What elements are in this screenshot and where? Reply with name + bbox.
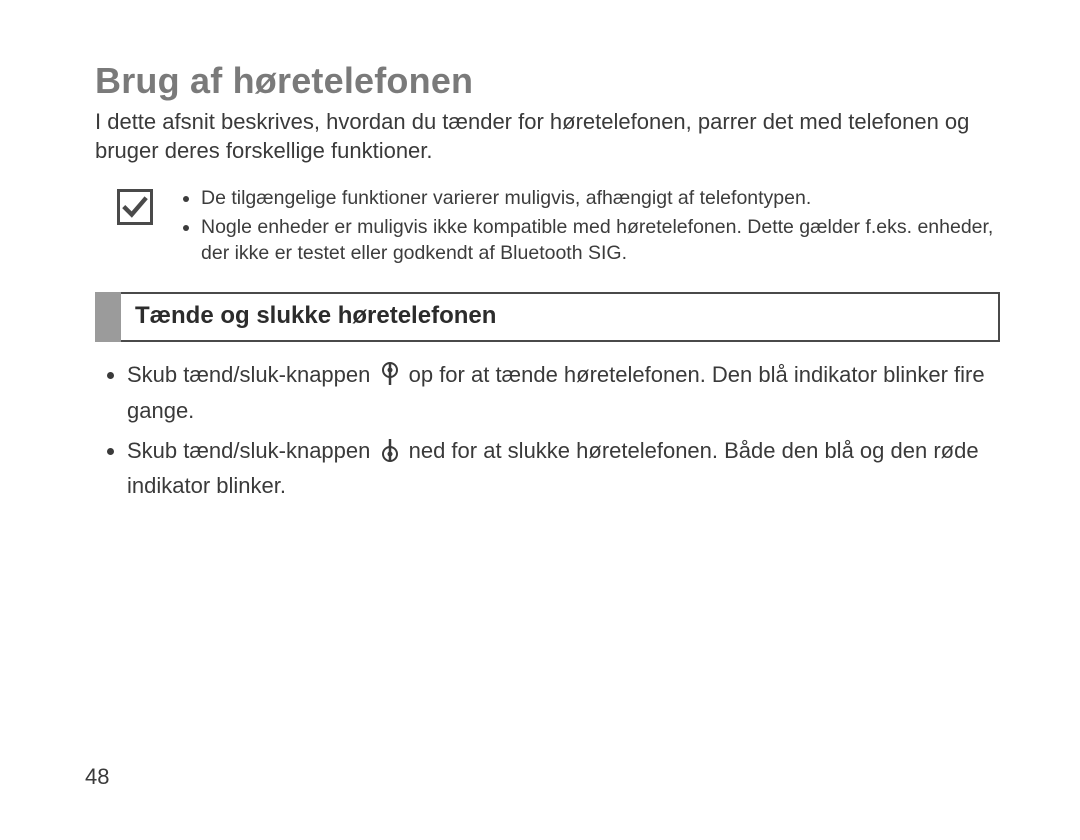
intro-paragraph: I dette afsnit beskrives, hvordan du tæn… — [95, 108, 1000, 165]
subheading: Tænde og slukke høretelefonen — [121, 292, 1000, 342]
list-item: Skub tænd/sluk-knappen ned for at slukke… — [127, 436, 1000, 501]
note-item: Nogle enheder er muligvis ikke kompatibl… — [201, 214, 1000, 267]
checkmark-icon — [122, 194, 148, 220]
checkbox-checked-icon — [117, 189, 153, 225]
list-item: Skub tænd/sluk-knappen op for at tænde h… — [127, 360, 1000, 425]
page-number: 48 — [85, 764, 109, 790]
note-box: De tilgængelige funktioner varierer muli… — [95, 183, 1000, 270]
subheading-container: Tænde og slukke høretelefonen — [95, 292, 1000, 342]
list-item-text-pre: Skub tænd/sluk-knappen — [127, 438, 377, 463]
page-heading: Brug af høretelefonen — [95, 60, 1000, 102]
power-switch-down-icon — [379, 436, 401, 472]
note-item: De tilgængelige funktioner varierer muli… — [201, 185, 1000, 211]
subheading-accent-bar — [95, 292, 121, 342]
list-item-text-pre: Skub tænd/sluk-knappen — [127, 362, 377, 387]
body-list: Skub tænd/sluk-knappen op for at tænde h… — [103, 360, 1000, 501]
note-list: De tilgængelige funktioner varierer muli… — [181, 185, 1000, 268]
manual-page: Brug af høretelefonen I dette afsnit bes… — [0, 0, 1080, 840]
power-switch-up-icon — [379, 360, 401, 396]
